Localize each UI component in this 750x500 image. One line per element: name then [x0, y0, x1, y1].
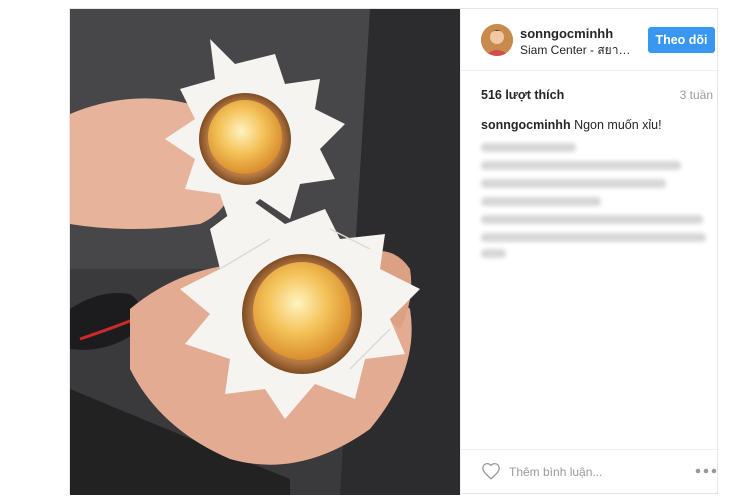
instagram-post: sonngocminhh Siam Center - สยาม เซ็นเตอร…	[69, 8, 719, 495]
post-caption: sonngocminhh Ngon muốn xỉu!	[481, 118, 662, 132]
author-username[interactable]: sonngocminhh	[520, 26, 613, 41]
post-age[interactable]: 3 tuần	[680, 88, 713, 102]
caption-text: Ngon muốn xỉu!	[574, 118, 662, 132]
avatar[interactable]	[481, 24, 513, 56]
likes-count[interactable]: 516 lượt thích	[481, 88, 564, 102]
cheese-tarts-photo	[70, 9, 460, 495]
heart-icon[interactable]	[481, 462, 501, 480]
author-location[interactable]: Siam Center - สยาม เซ็นเตอร์	[520, 41, 635, 60]
comment-input[interactable]	[509, 462, 659, 482]
follow-button[interactable]: Theo dõi	[648, 27, 715, 53]
blurred-comments	[481, 139, 711, 259]
more-options-icon[interactable]	[695, 465, 717, 477]
caption-username[interactable]: sonngocminhh	[481, 118, 571, 132]
post-header: sonngocminhh Siam Center - สยาม เซ็นเตอร…	[461, 9, 719, 71]
post-photo[interactable]	[70, 9, 460, 495]
comment-bar	[461, 449, 719, 495]
post-sidebar: sonngocminhh Siam Center - สยาม เซ็นเตอร…	[460, 9, 719, 495]
